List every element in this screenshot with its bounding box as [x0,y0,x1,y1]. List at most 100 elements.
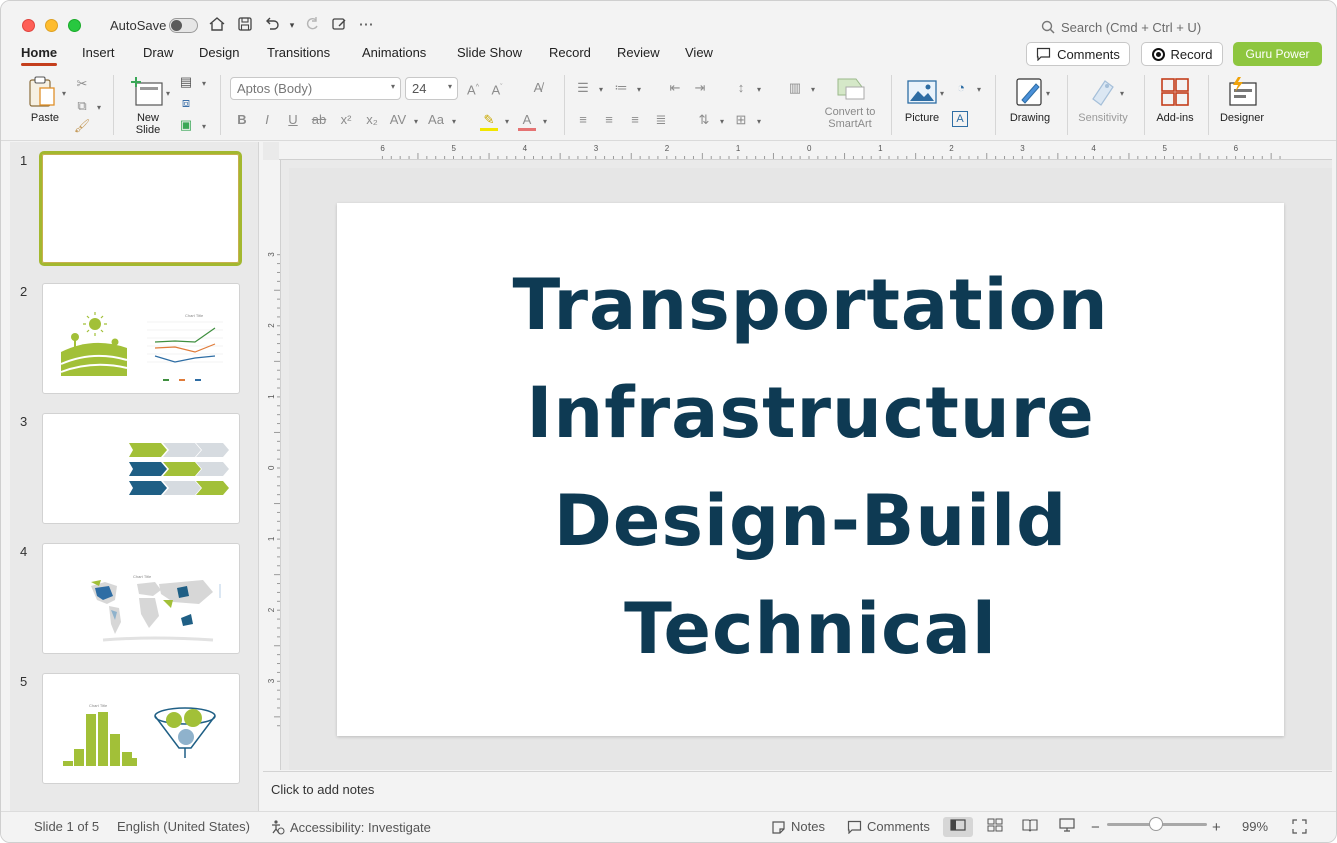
text-box-icon[interactable]: A [952,111,968,127]
align-text-dropdown-icon[interactable]: ▾ [750,111,768,129]
section-icon[interactable]: ▣ [177,116,195,134]
accessibility-status[interactable]: Accessibility: Investigate [269,819,431,835]
layout-dropdown-icon[interactable]: ▾ [195,73,213,91]
tab-home[interactable]: Home [21,45,58,66]
add-ins-button[interactable]: Add-ins [1152,75,1198,124]
format-painter-icon[interactable]: 🖌 [73,117,91,135]
bullets-dropdown-icon[interactable]: ▾ [592,79,610,97]
strikethrough-icon[interactable]: ab [310,111,328,129]
undo-icon[interactable] [262,15,282,35]
save-icon[interactable] [235,15,255,35]
align-right-icon[interactable]: ≡ [626,111,644,129]
picture-dropdown-icon[interactable]: ▾ [933,83,951,101]
decrease-indent-icon[interactable]: ⇤ [666,79,684,97]
grow-font-icon[interactable]: A^ [464,79,482,97]
fit-to-window-button[interactable] [1292,819,1307,834]
clear-formatting-icon[interactable]: A̸ [529,79,547,97]
current-slide[interactable]: Transportation Infrastructure Design-Bui… [337,203,1284,736]
tab-slide-show[interactable]: Slide Show [457,45,522,60]
slide-thumbnail-4[interactable]: Chart Title [42,543,240,654]
home-icon[interactable] [207,15,227,35]
bullets-icon[interactable]: ☰ [574,79,592,97]
redo-icon[interactable] [302,15,322,35]
layout-icon[interactable]: ▤ [177,73,195,91]
copy-dropdown-icon[interactable]: ▾ [90,97,108,115]
subscript-icon[interactable]: x₂ [363,111,381,129]
font-name-select[interactable]: Aptos (Body) ▾ [230,77,401,100]
normal-view-button[interactable] [943,817,973,837]
text-direction-dropdown-icon[interactable]: ▾ [713,111,731,129]
character-spacing-icon[interactable]: AV [389,111,407,129]
slide-thumbnail-5[interactable]: Chart Title [42,673,240,784]
align-left-icon[interactable]: ≡ [574,111,592,129]
paste-dropdown-icon[interactable]: ▾ [55,83,73,101]
columns-icon[interactable]: ▥ [786,79,804,97]
notes-toggle[interactable]: Notes [771,819,825,834]
copy-icon[interactable]: ⧉ [73,97,91,115]
line-spacing-icon[interactable]: ↕ [732,79,750,97]
search-box[interactable]: Search (Cmd + Ctrl + U) [1041,16,1201,38]
language-status[interactable]: English (United States) [117,819,250,834]
tab-insert[interactable]: Insert [82,45,115,60]
undo-dropdown-icon[interactable]: ▾ [282,15,302,35]
highlight-dropdown-icon[interactable]: ▾ [498,111,516,129]
zoom-in-icon[interactable]: + [1212,819,1221,836]
close-window-button[interactable] [22,19,35,32]
comments-toggle[interactable]: Comments [847,819,930,834]
character-spacing-dropdown-icon[interactable]: ▾ [407,111,425,129]
maximize-window-button[interactable] [68,19,81,32]
italic-icon[interactable]: I [258,111,276,129]
zoom-out-icon[interactable]: − [1091,819,1100,836]
tab-transitions[interactable]: Transitions [267,45,330,60]
designer-button[interactable]: Designer [1215,75,1269,124]
comments-button[interactable]: Comments [1026,42,1130,66]
numbering-icon[interactable]: ≔ [612,79,630,97]
superscript-icon[interactable]: x² [337,111,355,129]
reset-icon[interactable]: ⧈ [177,94,195,112]
align-text-icon[interactable]: ⊞ [732,111,750,129]
new-slide-dropdown-icon[interactable]: ▾ [159,83,177,101]
line-spacing-dropdown-icon[interactable]: ▾ [750,79,768,97]
font-color-icon[interactable]: A [518,111,536,131]
reading-view-button[interactable] [1015,817,1045,837]
slide-thumbnail-1[interactable] [39,151,242,266]
change-case-dropdown-icon[interactable]: ▾ [445,111,463,129]
guru-power-button[interactable]: Guru Power [1233,42,1322,66]
slideshow-view-button[interactable] [1052,817,1082,837]
tab-animations[interactable]: Animations [362,45,426,60]
increase-indent-icon[interactable]: ⇥ [691,79,709,97]
highlight-icon[interactable]: ✎ [480,111,498,131]
more-icon[interactable]: ⋯ [356,15,376,35]
zoom-level[interactable]: 99% [1242,819,1268,834]
font-color-dropdown-icon[interactable]: ▾ [536,111,554,129]
tab-record[interactable]: Record [549,45,591,60]
drawing-dropdown-icon[interactable]: ▾ [1039,83,1057,101]
present-icon[interactable] [329,15,349,35]
tab-review[interactable]: Review [617,45,660,60]
minimize-window-button[interactable] [45,19,58,32]
shrink-font-icon[interactable]: Aˇ [488,79,506,97]
align-center-icon[interactable]: ≡ [600,111,618,129]
underline-icon[interactable]: U [284,111,302,129]
justify-icon[interactable]: ≣ [652,111,670,129]
slide-thumbnail-2[interactable]: Chart Title [42,283,240,394]
slide-thumbnail-3[interactable] [42,413,240,524]
zoom-slider-handle[interactable] [1149,817,1163,831]
sensitivity-dropdown-icon[interactable]: ▾ [1113,83,1131,101]
bold-icon[interactable]: B [233,111,251,129]
change-case-icon[interactable]: Aa [427,111,445,129]
tab-view[interactable]: View [685,45,713,60]
text-direction-icon[interactable]: ⇅ [695,111,713,129]
record-button[interactable]: Record [1141,42,1223,66]
tab-design[interactable]: Design [199,45,239,60]
numbering-dropdown-icon[interactable]: ▾ [630,79,648,97]
shapes-icon[interactable]: ◔ [952,79,970,97]
autosave-toggle[interactable] [169,18,198,33]
slide-title-textbox[interactable]: Transportation Infrastructure Design-Bui… [337,251,1284,683]
notes-pane[interactable]: Click to add notes [263,771,1332,811]
slide-sorter-button[interactable] [980,817,1010,837]
tab-draw[interactable]: Draw [143,45,173,60]
section-dropdown-icon[interactable]: ▾ [195,116,213,134]
convert-smartart-button[interactable]: Convert to SmartArt [819,75,881,130]
cut-icon[interactable]: ✂ [73,75,91,93]
